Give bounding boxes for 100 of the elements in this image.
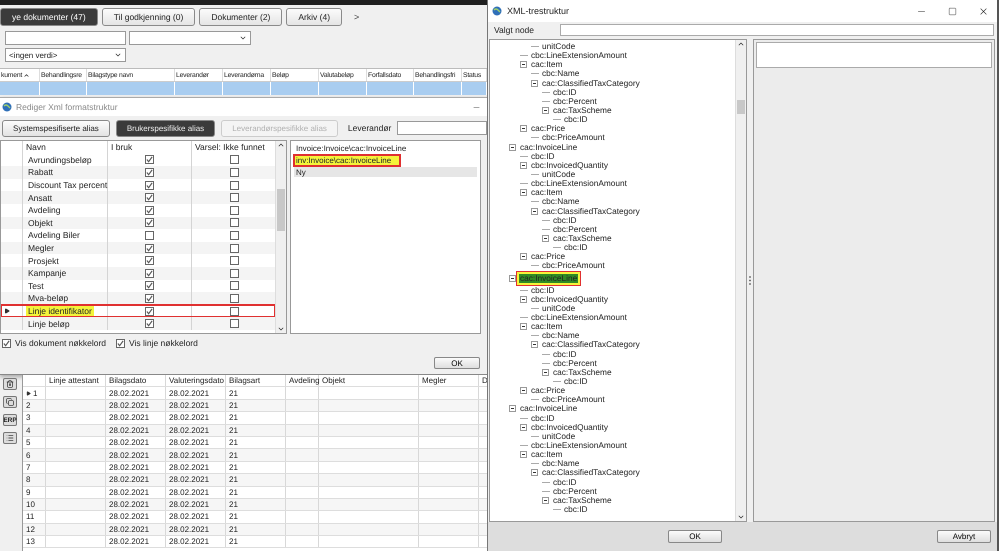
tree-node[interactable]: cac:TaxScheme bbox=[552, 106, 613, 116]
grid-row[interactable]: Ansatt bbox=[1, 191, 275, 204]
scroll-up-icon[interactable] bbox=[277, 141, 285, 149]
grid-row[interactable]: Test bbox=[1, 280, 275, 292]
scroll-down-icon[interactable] bbox=[277, 325, 285, 333]
tab[interactable]: Til godkjenning (0) bbox=[102, 8, 196, 26]
checkbox[interactable] bbox=[145, 319, 154, 328]
tree-node[interactable]: cbc:Name bbox=[541, 197, 580, 206]
tree-node[interactable]: cac:ClassifiedTaxCategory bbox=[541, 340, 641, 350]
checkbox[interactable] bbox=[145, 268, 154, 278]
tree-node[interactable]: cac:InvoiceLine bbox=[519, 274, 578, 283]
checkbox[interactable] bbox=[145, 230, 154, 240]
tree-node[interactable]: cbc:Percent bbox=[552, 224, 598, 234]
tree-node[interactable]: cbc:InvoicedQuantity bbox=[530, 160, 610, 170]
tree-node[interactable]: cac:Price bbox=[530, 124, 566, 134]
collapse-icon[interactable] bbox=[520, 323, 527, 330]
tree-node[interactable]: unitCode bbox=[541, 42, 576, 52]
checkbox[interactable] bbox=[230, 281, 238, 290]
checkbox[interactable] bbox=[145, 155, 154, 164]
checkbox[interactable] bbox=[145, 281, 154, 290]
tree-node[interactable]: cbc:ID bbox=[563, 115, 589, 124]
grid-row[interactable]: Kampanje bbox=[1, 266, 275, 280]
alias-tab[interactable]: Systemspesifiserte alias bbox=[2, 120, 110, 136]
tree-node[interactable]: cbc:InvoicedQuantity bbox=[530, 422, 610, 432]
grid-row[interactable]: Objekt bbox=[1, 216, 275, 230]
collapse-icon[interactable] bbox=[542, 107, 549, 114]
tree-node[interactable]: unitCode bbox=[541, 304, 576, 313]
checkbox[interactable] bbox=[230, 256, 238, 266]
tree-node[interactable]: cbc:PriceAmount bbox=[541, 133, 606, 142]
checkbox[interactable] bbox=[230, 319, 238, 328]
collapse-icon[interactable] bbox=[520, 189, 527, 196]
search-field[interactable] bbox=[5, 31, 126, 45]
tree-node[interactable]: unitCode bbox=[541, 432, 576, 441]
delete-button[interactable] bbox=[3, 378, 17, 390]
collapse-icon[interactable] bbox=[520, 125, 527, 132]
tree-node[interactable]: cbc:ID bbox=[563, 376, 589, 386]
cancel-button[interactable]: Avbryt bbox=[937, 530, 991, 543]
tree-node[interactable]: cbc:Percent bbox=[552, 486, 598, 496]
tree-node[interactable]: cbc:LineExtensionAmount bbox=[530, 179, 628, 188]
checkbox[interactable] bbox=[145, 256, 154, 266]
collapse-icon[interactable] bbox=[509, 144, 516, 151]
collapse-icon[interactable] bbox=[542, 235, 549, 242]
collapse-icon[interactable] bbox=[520, 253, 527, 260]
tree-node[interactable]: cbc:ID bbox=[530, 286, 556, 295]
tree-node[interactable]: cbc:ID bbox=[530, 152, 556, 161]
collapse-icon[interactable] bbox=[520, 61, 527, 68]
checkbox[interactable] bbox=[145, 218, 154, 228]
collapse-icon[interactable] bbox=[531, 469, 538, 476]
grid-row[interactable]: Linje beløp bbox=[1, 317, 275, 330]
scroll-up-icon[interactable] bbox=[737, 40, 745, 48]
checkbox[interactable] bbox=[2, 338, 11, 348]
scroll-thumb[interactable] bbox=[277, 189, 285, 231]
collapse-icon[interactable] bbox=[531, 341, 538, 348]
more-tabs-arrow[interactable]: > bbox=[354, 12, 360, 22]
tree-node[interactable]: cbc:Percent bbox=[552, 96, 598, 106]
checkbox[interactable] bbox=[230, 180, 238, 190]
tree-node[interactable]: cac:Item bbox=[530, 322, 564, 332]
tree-node[interactable]: cbc:ID bbox=[552, 88, 578, 97]
tree-node[interactable]: cbc:Percent bbox=[552, 358, 598, 368]
tree-node[interactable]: cac:InvoiceLine bbox=[519, 404, 578, 414]
checkbox[interactable] bbox=[145, 306, 154, 316]
checkbox[interactable] bbox=[230, 155, 238, 164]
scroll-thumb[interactable] bbox=[737, 100, 745, 114]
tree-node[interactable]: cac:TaxScheme bbox=[552, 496, 613, 505]
grid-row[interactable]: Linje identifikator bbox=[1, 304, 275, 318]
checkbox[interactable] bbox=[230, 230, 238, 240]
tree-node[interactable]: cbc:ID bbox=[552, 216, 578, 225]
collapse-icon[interactable] bbox=[531, 80, 538, 87]
checkbox[interactable] bbox=[230, 193, 238, 202]
tree-node[interactable]: cbc:ID bbox=[552, 350, 578, 359]
tree-node[interactable]: cbc:ID bbox=[563, 504, 589, 514]
tree-node[interactable]: cac:Price bbox=[530, 252, 566, 262]
scroll-down-icon[interactable] bbox=[737, 513, 745, 521]
tree-node[interactable]: cbc:InvoicedQuantity bbox=[530, 294, 610, 304]
tree-node[interactable]: cbc:Name bbox=[541, 459, 580, 468]
tree-node[interactable]: cac:TaxScheme bbox=[552, 368, 613, 377]
scrollbar[interactable] bbox=[735, 40, 746, 521]
collapse-icon[interactable] bbox=[509, 405, 516, 412]
tree-node[interactable]: cbc:LineExtensionAmount bbox=[530, 440, 628, 450]
grid-row[interactable]: Discount Tax percent bbox=[1, 178, 275, 192]
collapse-icon[interactable] bbox=[542, 496, 549, 504]
collapse-icon[interactable] bbox=[509, 274, 516, 282]
dropdown[interactable] bbox=[129, 31, 251, 45]
checkbox[interactable] bbox=[145, 206, 154, 215]
collapse-icon[interactable] bbox=[520, 387, 527, 394]
tree-node[interactable]: cbc:LineExtensionAmount bbox=[530, 51, 628, 60]
tree-node[interactable]: cbc:LineExtensionAmount bbox=[530, 313, 628, 322]
collapse-icon[interactable] bbox=[542, 368, 549, 376]
tree-node[interactable]: cac:Item bbox=[530, 188, 564, 198]
checkbox[interactable] bbox=[145, 168, 154, 177]
tree-node[interactable]: cbc:Name bbox=[541, 331, 580, 340]
collapse-icon[interactable] bbox=[520, 424, 527, 431]
checkbox[interactable] bbox=[145, 294, 154, 303]
tree-node[interactable]: cac:TaxScheme bbox=[552, 234, 613, 244]
collapse-icon[interactable] bbox=[520, 162, 527, 169]
copy-button[interactable] bbox=[3, 396, 17, 408]
list-item[interactable]: Invoice:Invoice\cac:InvoiceLine bbox=[294, 143, 477, 153]
close-icon[interactable] bbox=[978, 6, 989, 16]
list-item[interactable]: inv:Invoice\cac:InvoiceLine bbox=[294, 153, 477, 167]
tree-node[interactable]: cac:Price bbox=[530, 386, 566, 396]
